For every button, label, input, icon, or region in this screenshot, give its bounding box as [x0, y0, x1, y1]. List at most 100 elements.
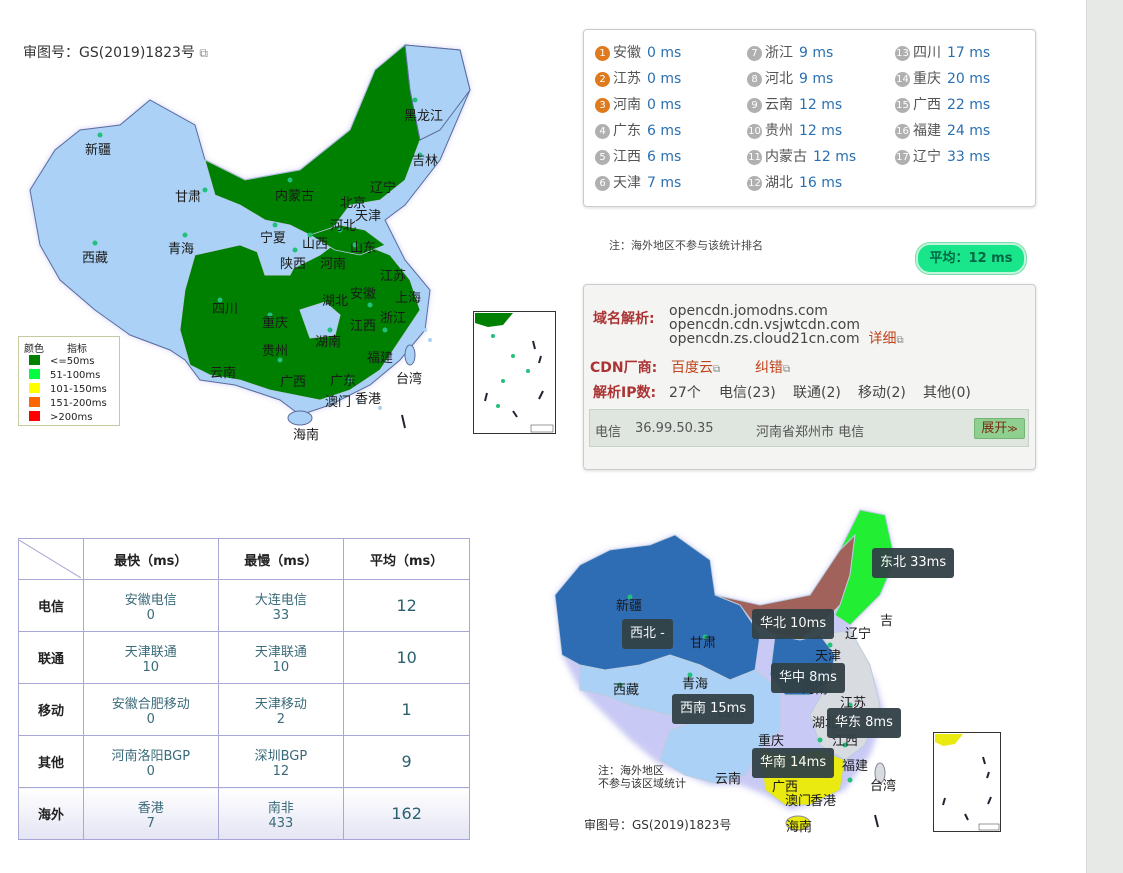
report-error-link[interactable]: 纠错⧉	[755, 357, 790, 377]
cdn-vendor-link[interactable]: 百度云⧉	[671, 357, 720, 377]
col-average: 平均（ms）	[343, 538, 470, 580]
rank-item: 17 辽宁 33 ms	[895, 147, 990, 167]
rank-province: 广西	[913, 97, 941, 113]
svg-text:陕西: 陕西	[280, 257, 306, 272]
legend-item: 151-200ms	[29, 397, 107, 411]
region-tooltip-huanan[interactable]: 华南 14ms	[752, 748, 835, 778]
svg-text:上海: 上海	[395, 291, 421, 306]
svg-text:浙江: 浙江	[380, 311, 406, 326]
rank-item: 5 江西 6 ms	[595, 147, 681, 167]
svg-text:安徽: 安徽	[350, 287, 376, 302]
rank-item: 12 湖北 16 ms	[747, 173, 842, 193]
legend-item: >200ms	[29, 411, 92, 425]
svg-text:山西: 山西	[302, 237, 328, 252]
rank-item: 13 四川 17 ms	[895, 43, 990, 63]
region-tooltip-xinan[interactable]: 西南 15ms	[672, 694, 755, 724]
svg-text:新疆: 新疆	[616, 598, 642, 614]
svg-text:甘肃: 甘肃	[175, 190, 201, 205]
latency-legend: 颜色 指标 <=50ms 51-100ms 101-150ms 151-200m…	[18, 336, 120, 426]
rank-number-badge: 8	[747, 72, 762, 87]
legend-item: <=50ms	[29, 355, 94, 369]
domain-list: opencdn.jomodns.com opencdn.cdn.vsjwtcdn…	[669, 304, 904, 348]
svg-text:青海: 青海	[168, 242, 194, 257]
ip-row-address: 36.99.50.35	[635, 421, 714, 436]
svg-text:广西: 广西	[280, 375, 306, 390]
rank-province: 云南	[765, 97, 793, 113]
svg-text:内蒙古: 内蒙古	[275, 188, 314, 204]
rank-latency: 0 ms	[647, 71, 682, 87]
rank-number-badge: 16	[895, 124, 910, 139]
average-cell: 12	[343, 579, 470, 632]
ip-unicom-count[interactable]: 联通(2)	[793, 382, 841, 402]
rank-province: 天津	[613, 175, 641, 191]
rank-province: 重庆	[913, 71, 941, 87]
region-tooltip-huazhong[interactable]: 华中 8ms	[771, 663, 845, 693]
svg-text:新疆: 新疆	[85, 142, 111, 158]
rank-number-badge: 3	[595, 98, 610, 113]
svg-text:重庆: 重庆	[758, 733, 784, 749]
rank-province: 辽宁	[913, 149, 941, 165]
province-ranking-panel: 1 安徽 0 ms 2 江苏 0 ms 3 河南 0 ms 4 广东 6 ms 5 江西 6 ms 6 天津 7 …	[583, 29, 1036, 207]
svg-text:辽宁: 辽宁	[370, 180, 396, 196]
svg-text:云南: 云南	[715, 771, 741, 787]
ip-mobile-count[interactable]: 移动(2)	[858, 382, 906, 402]
rank-number-badge: 6	[595, 176, 610, 191]
region-tooltip-huadong[interactable]: 华东 8ms	[827, 708, 901, 738]
rank-item: 6 天津 7 ms	[595, 173, 681, 193]
chevron-down-icon: ≫	[1007, 424, 1018, 435]
ip-telecom-count[interactable]: 电信(23)	[719, 382, 776, 402]
average-cell: 10	[343, 631, 470, 684]
svg-text:黑龙江: 黑龙江	[404, 109, 443, 124]
svg-text:广西: 广西	[772, 780, 798, 795]
region-tooltip-xibei[interactable]: 西北 -	[622, 619, 673, 649]
svg-text:广东: 广东	[330, 374, 356, 389]
region-map-copyright: 审图号：GS(2019)1823号	[584, 818, 732, 832]
rank-latency: 9 ms	[799, 71, 834, 87]
rank-item: 3 河南 0 ms	[595, 95, 681, 115]
average-cell: 162	[343, 787, 470, 840]
svg-text:吉: 吉	[880, 614, 893, 629]
ip-row: 电信 36.99.50.35 河南省郑州市 电信	[589, 409, 1029, 447]
domain-item: opencdn.jomodns.com	[669, 303, 828, 319]
rank-latency: 12 ms	[799, 97, 843, 113]
rank-latency: 0 ms	[647, 45, 682, 61]
rank-item: 15 广西 22 ms	[895, 95, 990, 115]
domain-item: opencdn.cdn.vsjwtcdn.com	[669, 317, 860, 333]
svg-text:海南: 海南	[786, 819, 812, 835]
table-row: 电信 安徽电信 0 大连电信 33 12	[18, 579, 470, 632]
isp-stats-table: 最快（ms） 最慢（ms） 平均（ms） 电信 安徽电信 0 大连电信 33 12 …	[18, 538, 470, 840]
fastest-cell: 香港 7	[83, 787, 219, 840]
page-scroll-gutter	[1086, 0, 1123, 873]
rank-item: 7 浙江 9 ms	[747, 43, 833, 63]
svg-text:江西: 江西	[350, 319, 376, 334]
svg-text:天津: 天津	[815, 649, 841, 664]
svg-text:台湾: 台湾	[396, 371, 422, 387]
rank-latency: 0 ms	[647, 97, 682, 113]
fastest-cell: 安徽合肥移动 0	[83, 683, 219, 736]
svg-text:青海: 青海	[682, 677, 708, 692]
svg-text:湖北: 湖北	[322, 294, 348, 309]
table-row: 海外 香港 7 南非 433 162	[18, 787, 470, 840]
rank-number-badge: 17	[895, 150, 910, 165]
svg-text:江苏: 江苏	[380, 268, 406, 284]
detail-link[interactable]: 详细⧉	[869, 331, 904, 347]
ip-total: 27个	[669, 385, 701, 401]
row-isp: 其他	[18, 735, 84, 788]
resolve-label: 域名解析:	[593, 311, 655, 327]
ip-other-count[interactable]: 其他(0)	[923, 382, 971, 402]
region-tooltip-dongbei[interactable]: 东北 33ms	[872, 548, 955, 578]
rank-latency: 6 ms	[647, 149, 682, 165]
rank-province: 湖北	[765, 175, 793, 191]
fastest-cell: 安徽电信 0	[83, 579, 219, 632]
svg-text:海南: 海南	[293, 427, 319, 443]
rank-province: 浙江	[765, 45, 793, 61]
expand-button[interactable]: 展开≫	[974, 418, 1025, 439]
external-link-icon: ⧉	[713, 364, 721, 375]
svg-text:甘肃: 甘肃	[690, 636, 716, 651]
ip-count-label: 解析IP数:	[593, 385, 657, 401]
svg-text:重庆: 重庆	[262, 315, 288, 331]
rank-number-badge: 13	[895, 46, 910, 61]
rank-latency: 22 ms	[947, 97, 991, 113]
rank-number-badge: 2	[595, 72, 610, 87]
region-tooltip-huabei[interactable]: 华北 10ms	[752, 609, 835, 639]
